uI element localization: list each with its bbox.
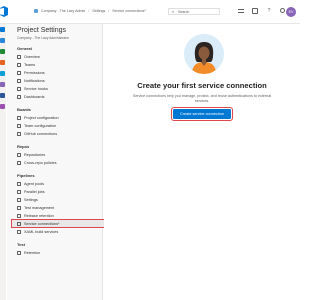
agent-pool-icon	[17, 181, 21, 186]
repository-icon	[17, 152, 21, 157]
nav-item-service-connections[interactable]: Service connections*	[11, 219, 107, 228]
breadcrumb-separator: /	[108, 9, 110, 13]
empty-state-description: Service connections help you manage, pro…	[132, 94, 272, 103]
test-plans-icon[interactable]	[0, 71, 5, 76]
teams-icon	[17, 62, 21, 67]
configuration-icon	[17, 115, 21, 120]
breadcrumb-separator: /	[88, 9, 90, 13]
section-boards: Boards	[17, 107, 31, 112]
nav-item-notifications[interactable]: Notifications	[17, 77, 103, 84]
azure-devops-logo-icon[interactable]	[0, 6, 8, 17]
nav-item-agent-pools[interactable]: Agent pools	[17, 180, 103, 187]
nav-item-teams[interactable]: Teams	[17, 61, 103, 68]
app-window: Company - The Lazy Admin / Settings / Se…	[0, 0, 300, 300]
person-illustration-icon	[184, 34, 224, 74]
task-list-icon[interactable]	[238, 8, 244, 14]
lock-icon	[17, 70, 21, 75]
policy-icon	[17, 160, 21, 165]
artifacts-icon[interactable]	[0, 82, 5, 87]
search-placeholder: Search	[178, 10, 190, 14]
avatar[interactable]: EV	[286, 7, 296, 17]
section-test: Test	[17, 242, 25, 247]
build-services-icon	[17, 229, 21, 234]
extension-icon[interactable]	[0, 93, 5, 98]
panel-subtitle: Company - The Lazy Administrator	[17, 36, 70, 40]
project-settings-panel: Project Settings Company - The Lazy Admi…	[7, 24, 107, 300]
create-service-connection-button[interactable]: Create service connection	[171, 107, 233, 121]
nav-item-project-configuration[interactable]: Project configuration	[17, 114, 103, 121]
nav-item-cross-repo-policies[interactable]: Cross-repo policies	[17, 159, 103, 166]
nav-item-permissions[interactable]: Permissions	[17, 69, 103, 76]
team-config-icon	[17, 123, 21, 128]
nav-item-retention[interactable]: Retention	[17, 249, 103, 256]
top-bar: Company - The Lazy Admin / Settings / Se…	[0, 0, 300, 24]
notification-icon	[17, 78, 21, 83]
nav-item-repositories[interactable]: Repositories	[17, 151, 103, 158]
nav-item-xaml-build-services[interactable]: XAML build services	[17, 228, 103, 235]
nav-item-test-management[interactable]: Test management	[17, 204, 103, 211]
nav-item-overview[interactable]: Overview	[17, 53, 103, 60]
main-content: Create your first service connection Ser…	[104, 24, 300, 300]
top-icons: ?	[238, 8, 285, 14]
section-pipelines: Pipelines	[17, 173, 35, 178]
github-icon	[17, 131, 21, 136]
section-repos: Repos	[17, 144, 30, 149]
breadcrumb-project[interactable]: Company - The Lazy Admin	[41, 9, 85, 13]
hook-icon	[17, 86, 21, 91]
parallel-jobs-icon	[17, 189, 21, 194]
marketplace-icon[interactable]	[252, 8, 258, 14]
boards-icon[interactable]	[0, 38, 5, 43]
nav-item-dashboards[interactable]: Dashboards	[17, 93, 103, 100]
dashboard-icon	[17, 94, 21, 99]
breadcrumb-service-connections[interactable]: Service connections*	[112, 9, 146, 13]
search-icon: ⌕	[172, 9, 175, 14]
service-connection-icon	[17, 221, 21, 226]
left-nav-rail	[0, 24, 6, 300]
nav-item-settings[interactable]: Settings	[17, 196, 103, 203]
breadcrumb: Company - The Lazy Admin / Settings / Se…	[34, 9, 146, 13]
help-icon[interactable]: ?	[266, 8, 272, 14]
overview-icon	[17, 54, 21, 59]
pipelines-icon[interactable]	[0, 60, 5, 65]
retention-icon	[17, 250, 21, 255]
search-input[interactable]: ⌕ Search	[168, 8, 220, 15]
overview-icon[interactable]	[0, 27, 5, 32]
release-retention-icon	[17, 213, 21, 218]
test-management-icon	[17, 205, 21, 210]
empty-state-title: Create your first service connection	[137, 81, 267, 90]
nav-item-parallel-jobs[interactable]: Parallel jobs	[17, 188, 103, 195]
user-settings-icon[interactable]	[280, 8, 285, 13]
nav-item-release-retention[interactable]: Release retention	[17, 212, 103, 219]
panel-title: Project Settings	[17, 27, 67, 34]
gear-icon	[17, 197, 21, 202]
section-general: General	[17, 46, 32, 51]
repos-icon[interactable]	[0, 49, 5, 54]
extension-icon[interactable]	[0, 104, 5, 109]
project-icon	[34, 9, 38, 13]
breadcrumb-settings[interactable]: Settings	[92, 9, 105, 13]
nav-item-service-hooks[interactable]: Service hooks	[17, 85, 103, 92]
nav-item-team-configuration[interactable]: Team configuration	[17, 122, 103, 129]
nav-item-github-connections[interactable]: GitHub connections	[17, 130, 103, 137]
